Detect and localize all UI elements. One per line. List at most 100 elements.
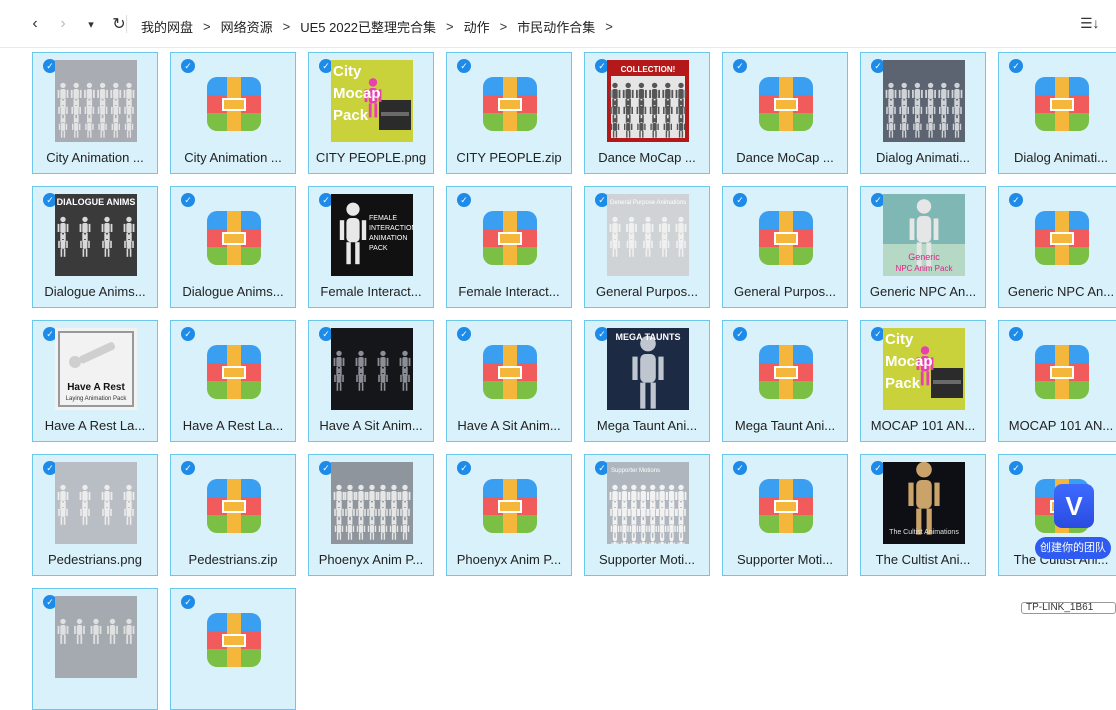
svg-text:FEMALE: FEMALE [369, 215, 397, 222]
breadcrumb-separator: > [282, 19, 291, 34]
zip-file-tile[interactable]: ✓ Dialog Animati... [998, 52, 1116, 174]
zip-archive-icon [207, 479, 261, 533]
file-name-label: Have A Sit Anim... [319, 418, 423, 433]
zip-file-tile[interactable]: ✓ CITY PEOPLE.zip [446, 52, 572, 174]
breadcrumb-item-ue5-collection[interactable]: UE5 2022已整理完合集 [299, 17, 437, 36]
image-file-tile[interactable]: ✓ COLLECTION! Dance MoCap ... [584, 52, 710, 174]
selected-check-icon[interactable]: ✓ [733, 193, 747, 207]
image-file-tile[interactable]: ✓ Phoenyx Anim P... [308, 454, 434, 576]
image-file-tile[interactable]: ✓ Generic NPC Anim Pack Generic NPC An... [860, 186, 986, 308]
zip-file-tile[interactable]: ✓ Mega Taunt Ani... [722, 320, 848, 442]
image-thumbnail: FEMALE INTERACTION ANIMATION PACK [331, 194, 413, 276]
image-file-tile[interactable]: ✓ The Cultist Animations The Cultist Ani..… [860, 454, 986, 576]
zip-archive-icon [759, 479, 813, 533]
zip-file-tile[interactable]: ✓ General Purpos... [722, 186, 848, 308]
toolbar-divider [126, 15, 127, 33]
selected-check-icon[interactable]: ✓ [1009, 461, 1023, 475]
file-name-label: MOCAP 101 AN... [870, 418, 976, 433]
team-logo-icon: V [1054, 484, 1094, 528]
image-file-tile[interactable]: ✓ FEMALE INTERACTION ANIMATION PACK Female In… [308, 186, 434, 308]
breadcrumb: 我的网盘 > 网络资源 > UE5 2022已整理完合集 > 动作 > 市民动作… [140, 17, 622, 36]
selected-check-icon[interactable]: ✓ [457, 461, 471, 475]
zip-file-tile[interactable]: ✓ Phoenyx Anim P... [446, 454, 572, 576]
image-file-tile[interactable]: ✓ [32, 588, 158, 710]
image-file-tile[interactable]: ✓ Supporter Motions Supporter Moti... [584, 454, 710, 576]
image-file-tile[interactable]: ✓ Dialog Animati... [860, 52, 986, 174]
back-arrow-icon[interactable]: ‹ [26, 14, 44, 34]
selected-check-icon[interactable]: ✓ [181, 327, 195, 341]
image-thumbnail [331, 328, 413, 410]
zip-file-tile[interactable]: ✓ Dance MoCap ... [722, 52, 848, 174]
zip-file-tile[interactable]: ✓ Dialogue Anims... [170, 186, 296, 308]
selected-check-icon[interactable]: ✓ [457, 59, 471, 73]
history-dropdown-icon[interactable]: ▾ [82, 14, 100, 34]
file-name-label: Have A Rest La... [182, 418, 284, 433]
breadcrumb-separator: > [499, 19, 508, 34]
more-icon[interactable]: ⋮ [1110, 14, 1116, 34]
zip-file-tile[interactable]: ✓ Have A Sit Anim... [446, 320, 572, 442]
image-file-tile[interactable]: ✓ Have A Sit Anim... [308, 320, 434, 442]
selected-check-icon[interactable]: ✓ [457, 193, 471, 207]
file-name-label: Dialogue Anims... [182, 284, 284, 299]
file-name-label: Dialog Animati... [1014, 150, 1108, 165]
image-file-tile[interactable]: ✓ City Mocap Pack CITY PEOPLE.png [308, 52, 434, 174]
selected-check-icon[interactable]: ✓ [181, 461, 195, 475]
image-file-tile[interactable]: ✓ Have A Rest Laying Animation Pack Have A … [32, 320, 158, 442]
breadcrumb-item-citizen-animations[interactable]: 市民动作合集 [516, 17, 596, 36]
file-name-label: The Cultist Ani... [875, 552, 971, 567]
zip-file-tile[interactable]: ✓ MOCAP 101 AN... [998, 320, 1116, 442]
svg-text:Laying Animation Pack: Laying Animation Pack [66, 396, 128, 402]
selected-check-icon[interactable]: ✓ [733, 461, 747, 475]
file-name-label: Dance MoCap ... [598, 150, 696, 165]
image-file-tile[interactable]: ✓ MEGA TAUNTS Mega Taunt Ani... [584, 320, 710, 442]
selected-check-icon[interactable]: ✓ [1009, 327, 1023, 341]
zip-file-tile[interactable]: ✓ [170, 588, 296, 710]
zip-file-tile[interactable]: ✓ Generic NPC An... [998, 186, 1116, 308]
image-thumbnail: Have A Rest Laying Animation Pack [55, 328, 137, 410]
zip-file-tile[interactable]: ✓ Have A Rest La... [170, 320, 296, 442]
svg-text:Supporter Motions: Supporter Motions [611, 468, 660, 474]
file-name-label: General Purpos... [734, 284, 836, 299]
zip-file-tile[interactable]: ✓ Supporter Moti... [722, 454, 848, 576]
file-name-label: Female Interact... [458, 284, 560, 299]
file-name-label: Mega Taunt Ani... [596, 418, 698, 433]
breadcrumb-item-animations[interactable]: 动作 [463, 17, 491, 36]
sort-icon[interactable]: ☰↓ [1080, 15, 1100, 35]
image-thumbnail: The Cultist Animations [883, 462, 965, 544]
svg-text:Mocap: Mocap [333, 85, 381, 102]
create-team-label: 创建你的团队 [1035, 537, 1111, 559]
zip-archive-icon [483, 479, 537, 533]
file-name-label: Supporter Moti... [598, 552, 696, 567]
create-team-widget[interactable]: V 创建你的团队 [1035, 484, 1111, 559]
svg-text:Have A Rest: Have A Rest [67, 382, 125, 393]
selected-check-icon[interactable]: ✓ [733, 59, 747, 73]
selected-check-icon[interactable]: ✓ [457, 327, 471, 341]
selected-check-icon[interactable]: ✓ [1009, 59, 1023, 73]
image-file-tile[interactable]: ✓ Pedestrians.png [32, 454, 158, 576]
selected-check-icon[interactable]: ✓ [181, 193, 195, 207]
svg-text:NPC Anim Pack: NPC Anim Pack [896, 264, 954, 273]
image-file-tile[interactable]: ✓ City Animation ... [32, 52, 158, 174]
zip-file-tile[interactable]: ✓ Female Interact... [446, 186, 572, 308]
selected-check-icon[interactable]: ✓ [181, 595, 195, 609]
breadcrumb-item-netdisk[interactable]: 我的网盘 [140, 17, 194, 36]
image-file-tile[interactable]: ✓ DIALOGUE ANIMS Dialogue Anims... [32, 186, 158, 308]
zip-archive-icon [759, 77, 813, 131]
svg-text:MEGA TAUNTS: MEGA TAUNTS [616, 332, 681, 342]
zip-archive-icon [483, 345, 537, 399]
forward-arrow-icon[interactable]: › [54, 14, 72, 34]
zip-file-tile[interactable]: ✓ Pedestrians.zip [170, 454, 296, 576]
zip-archive-icon [207, 345, 261, 399]
file-name-label: Dialogue Anims... [44, 284, 146, 299]
selected-check-icon[interactable]: ✓ [733, 327, 747, 341]
zip-file-tile[interactable]: ✓ City Animation ... [170, 52, 296, 174]
selected-check-icon[interactable]: ✓ [181, 59, 195, 73]
image-file-tile[interactable]: ✓ General Purpose Animations General Purpo… [584, 186, 710, 308]
file-name-label: Phoenyx Anim P... [318, 552, 424, 567]
image-file-tile[interactable]: ✓ City Mocap Pack MOCAP 101 AN... [860, 320, 986, 442]
selected-check-icon[interactable]: ✓ [1009, 193, 1023, 207]
zip-archive-icon [1035, 211, 1089, 265]
breadcrumb-item-network-resources[interactable]: 网络资源 [220, 17, 274, 36]
image-thumbnail [331, 462, 413, 544]
breadcrumb-separator: > [605, 19, 613, 34]
